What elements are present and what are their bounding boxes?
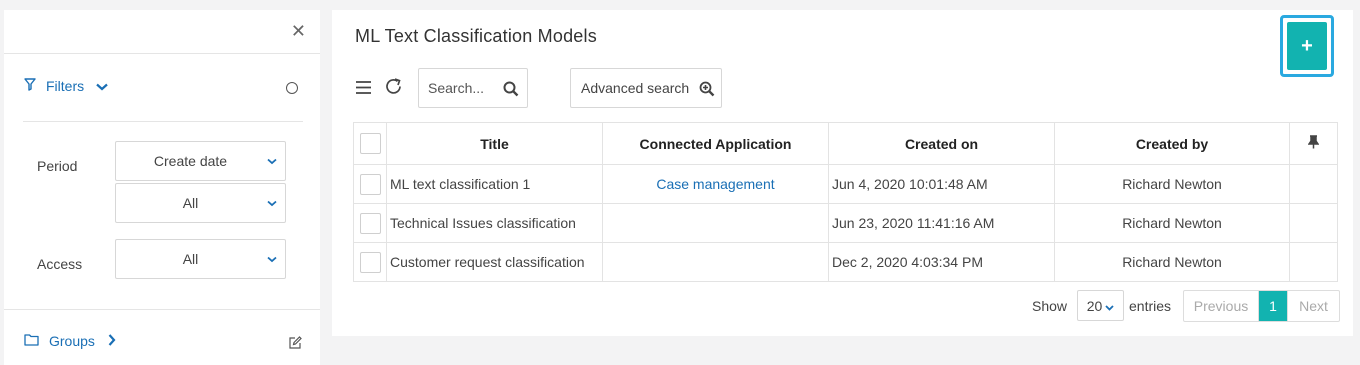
row-connected-app-link[interactable]	[602, 242, 829, 282]
period-range-value: All	[182, 195, 199, 211]
menu-icon[interactable]	[355, 80, 372, 98]
divider	[23, 121, 303, 122]
column-created-on[interactable]: Created on	[828, 122, 1055, 165]
row-created-on: Jun 23, 2020 11:41:16 AM	[828, 203, 1055, 243]
row-pin-cell	[1289, 203, 1338, 243]
period-range-select[interactable]: All	[115, 183, 286, 223]
pin-icon[interactable]	[1307, 135, 1320, 152]
folder-icon	[24, 333, 39, 349]
period-select[interactable]: Create date	[115, 141, 286, 181]
page-title: ML Text Classification Models	[355, 26, 597, 46]
row-select-cell	[353, 242, 387, 282]
row-connected-app-link[interactable]	[602, 203, 829, 243]
select-all-cell	[353, 122, 387, 165]
add-button-highlight: +	[1280, 15, 1334, 77]
table-row[interactable]: ML text classification 1 Case management…	[353, 164, 1338, 204]
access-select-value: All	[182, 251, 199, 267]
current-page-button[interactable]: 1	[1259, 291, 1287, 321]
models-panel: ML Text Classification Models + Advanced…	[332, 10, 1353, 336]
column-connected-application[interactable]: Connected Application	[602, 122, 829, 165]
table-row[interactable]: Technical Issues classification Jun 23, …	[353, 203, 1338, 243]
chevron-right-icon	[108, 333, 116, 349]
divider	[4, 53, 320, 54]
next-page-button[interactable]: Next	[1287, 291, 1339, 321]
table-row[interactable]: Customer request classification Dec 2, 2…	[353, 242, 1338, 282]
advanced-search-label: Advanced search	[581, 80, 690, 96]
advanced-search-button[interactable]: Advanced search	[570, 68, 722, 108]
pagination: Previous 1 Next	[1183, 290, 1340, 322]
row-pin-cell	[1289, 242, 1338, 282]
chevron-down-icon	[259, 200, 285, 207]
chevron-down-icon	[96, 78, 108, 94]
period-select-value: Create date	[153, 153, 228, 169]
table-header: Title Connected Application Created on C…	[353, 122, 1338, 165]
row-created-on: Dec 2, 2020 4:03:34 PM	[828, 242, 1055, 282]
chevron-down-icon	[259, 158, 285, 165]
zoom-in-icon	[699, 81, 715, 100]
chevron-down-icon	[259, 256, 285, 263]
pin-column[interactable]	[1289, 122, 1338, 165]
row-pin-cell	[1289, 164, 1338, 204]
row-connected-app-link[interactable]: Case management	[602, 164, 829, 204]
row-select-cell	[353, 203, 387, 243]
close-icon[interactable]: ✕	[291, 22, 306, 40]
access-label: Access	[37, 256, 83, 272]
models-table: Title Connected Application Created on C…	[353, 122, 1338, 282]
access-select[interactable]: All	[115, 239, 286, 279]
groups-label: Groups	[49, 333, 95, 349]
row-checkbox[interactable]	[359, 251, 381, 273]
row-checkbox[interactable]	[359, 212, 381, 234]
row-title[interactable]: Technical Issues classification	[386, 203, 603, 243]
refresh-icon[interactable]	[384, 77, 403, 99]
row-created-by: Richard Newton	[1054, 242, 1290, 282]
reset-filters-icon[interactable]	[286, 82, 298, 94]
show-label: Show	[1032, 298, 1068, 314]
search-field	[418, 68, 528, 108]
period-label: Period	[37, 158, 78, 174]
row-title[interactable]: ML text classification 1	[386, 164, 603, 204]
search-input[interactable]	[428, 80, 508, 96]
filters-label: Filters	[46, 78, 85, 94]
filters-sidebar: ✕ Filters Period Create date All Access …	[4, 10, 320, 365]
add-model-button[interactable]: +	[1287, 22, 1327, 70]
row-created-on: Jun 4, 2020 10:01:48 AM	[828, 164, 1055, 204]
divider	[4, 309, 320, 310]
groups-toggle[interactable]: Groups	[24, 333, 116, 349]
page-size-value: 20	[1086, 297, 1103, 314]
chevron-down-icon	[1105, 298, 1114, 314]
filter-icon	[24, 78, 36, 94]
row-checkbox[interactable]	[359, 173, 381, 195]
row-created-by: Richard Newton	[1054, 164, 1290, 204]
select-all-checkbox[interactable]	[359, 133, 381, 154]
search-icon[interactable]	[503, 81, 519, 100]
filters-toggle[interactable]: Filters	[24, 78, 108, 94]
column-title[interactable]: Title	[386, 122, 603, 165]
edit-icon[interactable]	[288, 336, 302, 353]
page-size-select[interactable]: 20	[1077, 290, 1124, 321]
column-created-by[interactable]: Created by	[1054, 122, 1290, 165]
row-created-by: Richard Newton	[1054, 203, 1290, 243]
entries-label: entries	[1129, 298, 1172, 314]
row-title[interactable]: Customer request classification	[386, 242, 603, 282]
row-select-cell	[353, 164, 387, 204]
previous-page-button[interactable]: Previous	[1184, 291, 1259, 321]
